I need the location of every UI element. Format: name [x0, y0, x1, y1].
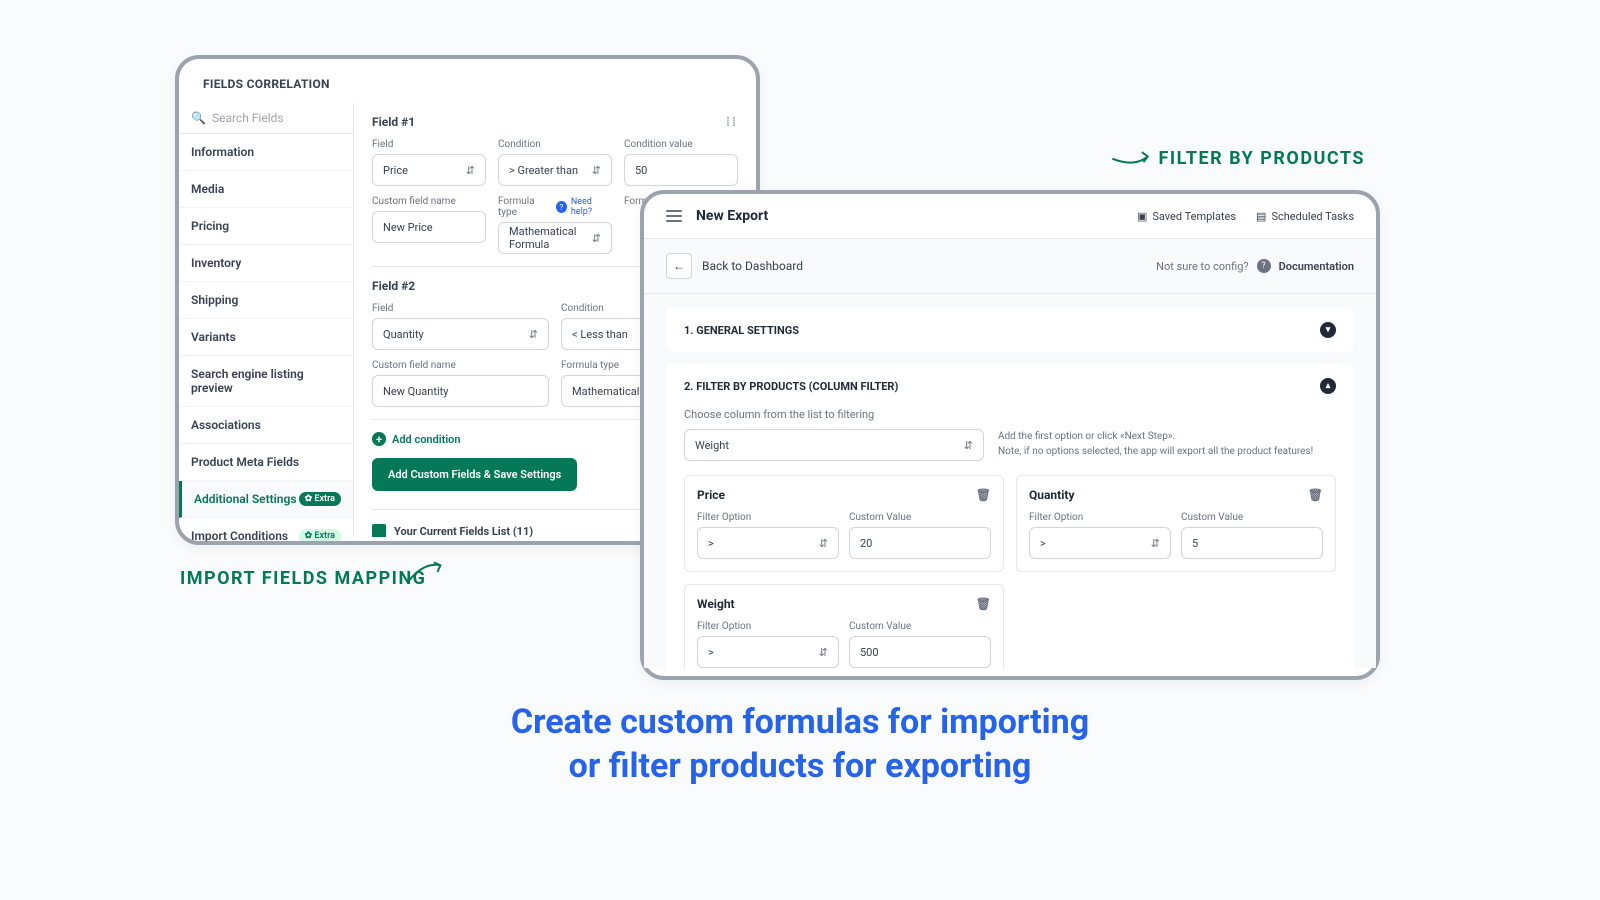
chevron-icon: ⇵ [1151, 537, 1160, 550]
filter-option-select[interactable]: >⇵ [697, 527, 839, 559]
filter-option-select[interactable]: >⇵ [697, 636, 839, 668]
chevron-icon: ⇵ [529, 328, 538, 341]
help-icon: ? [1257, 259, 1271, 273]
sidebar-item-media[interactable]: Media [179, 171, 353, 208]
sidebar-item-shipping[interactable]: Shipping [179, 282, 353, 319]
trash-icon[interactable]: 🗑 [976, 597, 991, 611]
list-icon [372, 524, 386, 537]
chevron-icon: ⇵ [819, 646, 828, 659]
help-link[interactable]: Need help? [571, 197, 612, 217]
sidebar-item-import-cond[interactable]: Import Conditions✿ Extra [179, 518, 353, 545]
chevron-icon: ⇵ [819, 537, 828, 550]
template-icon: ▣ [1137, 210, 1147, 223]
arrow-icon [403, 555, 447, 586]
condition-select[interactable]: > Greater than⇵ [498, 154, 612, 186]
column-select[interactable]: Weight⇵ [684, 429, 984, 461]
arrow-icon [1109, 142, 1155, 178]
current-fields-label: Your Current Fields List (11) [394, 525, 533, 538]
sidebar: 🔍 Search Fields Information Media Pricin… [179, 103, 354, 537]
filter-option-select[interactable]: >⇵ [1029, 527, 1171, 559]
chevron-up-icon[interactable]: ▴ [1320, 378, 1336, 394]
chevron-icon: ⇵ [592, 164, 601, 177]
filter-card-price: Price🗑 Filter Option>⇵ Custom Value20 [684, 475, 1004, 572]
sidebar-item-seo[interactable]: Search engine listing preview [179, 356, 353, 407]
filter-card-weight: Weight🗑 Filter Option>⇵ Custom Value500 [684, 584, 1004, 668]
trash-icon[interactable]: 🗑 [1308, 488, 1323, 502]
drag-icon[interactable]: ⁞⁞ [726, 115, 738, 129]
sidebar-item-information[interactable]: Information [179, 134, 353, 171]
headline: Create custom formulas for importing or … [0, 700, 1600, 788]
extra-badge: ✿ Extra [299, 492, 341, 506]
callout-filter: FILTER BY PRODUCTS [1158, 148, 1365, 169]
panel-title: New Export [696, 208, 768, 224]
custom-value-input[interactable]: 500 [849, 636, 991, 668]
menu-icon[interactable] [666, 210, 682, 222]
sidebar-item-meta[interactable]: Product Meta Fields [179, 444, 353, 481]
panel-title: FIELDS CORRELATION [179, 59, 756, 103]
saved-templates-link[interactable]: ▣Saved Templates [1137, 210, 1236, 223]
callout-import: IMPORT FIELDS MAPPING [180, 568, 426, 589]
sidebar-item-additional[interactable]: Additional Settings✿ Extra [179, 481, 353, 518]
scheduled-tasks-link[interactable]: ▤Scheduled Tasks [1256, 210, 1354, 223]
trash-icon[interactable]: 🗑 [976, 488, 991, 502]
custom-field-name-input[interactable]: New Price [372, 211, 486, 243]
extra-badge: ✿ Extra [299, 529, 341, 543]
filter-note: Add the first option or click «Next Step… [998, 429, 1336, 459]
filter-card-quantity: Quantity🗑 Filter Option>⇵ Custom Value5 [1016, 475, 1336, 572]
sidebar-item-associations[interactable]: Associations [179, 407, 353, 444]
formula-type-select[interactable]: Mathematical Formula⇵ [498, 222, 612, 254]
chevron-down-icon: ▾ [1320, 322, 1336, 338]
documentation-link[interactable]: Documentation [1279, 260, 1354, 273]
save-settings-button[interactable]: Add Custom Fields & Save Settings [372, 458, 577, 491]
general-settings-card[interactable]: 1. GENERAL SETTINGS▾ [666, 308, 1354, 352]
new-export-panel: New Export ▣Saved Templates ▤Scheduled T… [640, 190, 1380, 680]
sidebar-item-inventory[interactable]: Inventory [179, 245, 353, 282]
help-icon[interactable]: ? [556, 201, 567, 213]
field-block-title: Field #2 [372, 279, 415, 293]
filter-products-card: 2. FILTER BY PRODUCTS (COLUMN FILTER)▴ C… [666, 364, 1354, 668]
sidebar-item-pricing[interactable]: Pricing [179, 208, 353, 245]
chevron-icon: ⇵ [964, 439, 973, 452]
custom-field-name-input[interactable]: New Quantity [372, 375, 549, 407]
field-select[interactable]: Quantity⇵ [372, 318, 549, 350]
schedule-icon: ▤ [1256, 210, 1266, 223]
search-fields-input[interactable]: 🔍 Search Fields [179, 103, 353, 134]
custom-value-input[interactable]: 20 [849, 527, 991, 559]
sidebar-item-variants[interactable]: Variants [179, 319, 353, 356]
field-block-title: Field #1 [372, 115, 415, 129]
chevron-icon: ⇵ [592, 232, 601, 245]
field-select[interactable]: Price⇵ [372, 154, 486, 186]
custom-value-input[interactable]: 5 [1181, 527, 1323, 559]
search-icon: 🔍 [191, 111, 206, 125]
back-arrow-icon: ← [666, 253, 692, 279]
chevron-icon: ⇵ [466, 164, 475, 177]
plus-icon: + [372, 432, 386, 446]
condition-value-input[interactable]: 50 [624, 154, 738, 186]
back-to-dashboard-button[interactable]: ← Back to Dashboard [666, 253, 803, 279]
config-hint: Not sure to config? [1156, 260, 1248, 273]
